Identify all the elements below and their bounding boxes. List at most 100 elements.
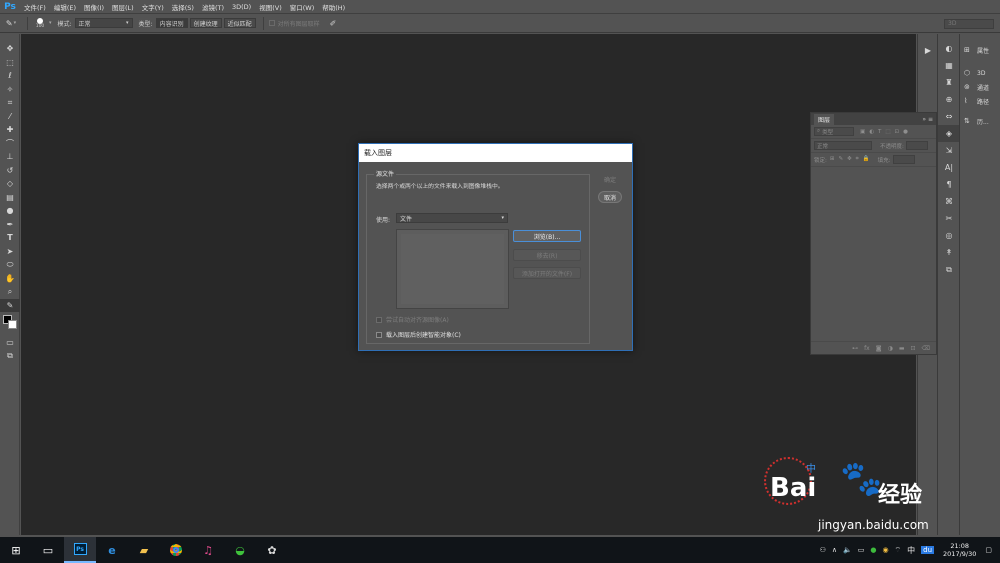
tool-preset-picker[interactable]: ✎ ▾ bbox=[0, 19, 22, 28]
baidu-input-icon[interactable]: du bbox=[921, 546, 935, 554]
crop-tool-icon[interactable]: ⌗ bbox=[0, 96, 20, 110]
use-select[interactable]: 文件 ▾ bbox=[396, 213, 508, 223]
filter-icons[interactable]: ▣◐T⬚⊡● bbox=[860, 129, 912, 135]
path-selection-tool-icon[interactable]: ➤ bbox=[0, 245, 20, 259]
show-hidden-icons-chevron-icon[interactable]: ∧ bbox=[832, 546, 837, 554]
edge-icon[interactable]: e bbox=[96, 537, 128, 563]
type-create-texture-button[interactable]: 创建纹理 bbox=[189, 18, 222, 28]
wifi-icon[interactable]: ⌔ bbox=[895, 546, 902, 555]
layer-style-icon[interactable]: fx bbox=[864, 345, 870, 352]
lasso-tool-icon[interactable]: ℓ bbox=[0, 69, 20, 83]
clone-source-icon[interactable]: ◎ bbox=[938, 227, 960, 244]
workspace-3d-field[interactable]: 3D bbox=[944, 19, 994, 29]
type-content-aware-button[interactable]: 内容识别 bbox=[155, 18, 188, 28]
hand-tool-icon[interactable]: ✋ bbox=[0, 272, 20, 286]
browse-button[interactable]: 浏览(B)... bbox=[513, 230, 581, 242]
panel-menu-icon[interactable]: » ≡ bbox=[922, 116, 933, 123]
properties-panel-tab[interactable]: ⊞ 属性 bbox=[960, 43, 1000, 57]
layer-comps-icon[interactable]: ⇲ bbox=[938, 142, 960, 159]
delete-layer-icon[interactable]: ⌫ bbox=[922, 345, 930, 352]
menu-layer[interactable]: 图层(L) bbox=[108, 2, 138, 12]
app-tray-icon[interactable]: ◉ bbox=[882, 546, 888, 554]
lock-icons[interactable]: ⊞✎✥⌗🔒 bbox=[830, 156, 874, 163]
ime-indicator[interactable]: 中 bbox=[907, 545, 915, 556]
adjustment-layer-icon[interactable]: ◑ bbox=[888, 345, 893, 352]
quick-mask-icon[interactable]: ▭ bbox=[0, 336, 20, 350]
ok-button[interactable]: 确定 bbox=[597, 174, 623, 185]
paragraph-panel-icon[interactable]: ¶ bbox=[938, 176, 960, 193]
sample-all-layers-checkbox[interactable] bbox=[268, 20, 275, 26]
fill-field[interactable] bbox=[892, 155, 915, 164]
swatches-panel-icon[interactable]: ▦ bbox=[938, 57, 960, 74]
app-icon[interactable]: ✿ bbox=[256, 537, 288, 563]
channels-panel-tab[interactable]: ⊚ 通道 bbox=[960, 80, 1000, 94]
360-security-icon[interactable]: ● bbox=[870, 546, 876, 554]
stamp-tool-icon[interactable]: ⊥ bbox=[0, 150, 20, 164]
gradient-tool-icon[interactable]: ▤ bbox=[0, 191, 20, 205]
remove-button[interactable]: 移去(R) bbox=[513, 249, 581, 261]
file-explorer-icon[interactable]: ▰ bbox=[128, 537, 160, 563]
zoom-tool-icon[interactable]: ⌕ bbox=[0, 285, 20, 299]
magic-wand-tool-icon[interactable]: ✧ bbox=[0, 83, 20, 97]
new-group-icon[interactable]: ▬ bbox=[899, 345, 905, 352]
history-panel-tab[interactable]: ⇅ 历... bbox=[960, 114, 1000, 128]
pressure-icon[interactable]: ✐ bbox=[330, 19, 337, 28]
patch-tool-icon[interactable]: ✎ bbox=[0, 298, 20, 312]
file-list[interactable] bbox=[396, 229, 509, 309]
cancel-button[interactable]: 取消 bbox=[598, 191, 622, 203]
link-layers-icon[interactable]: ⊷ bbox=[852, 345, 858, 352]
mode-select[interactable]: 正常 ▾ bbox=[74, 18, 133, 28]
glyphs-panel-icon[interactable]: ⌘ bbox=[938, 193, 960, 210]
layer-filter-select[interactable]: ⌕ 类型 bbox=[814, 127, 854, 136]
brushes-panel-icon[interactable]: ✂ bbox=[938, 210, 960, 227]
new-layer-icon[interactable]: ⊡ bbox=[910, 345, 915, 352]
timeline-panel-icon[interactable]: ⧉ bbox=[938, 261, 960, 278]
libraries-panel-icon[interactable]: ♜ bbox=[938, 74, 960, 91]
menu-view[interactable]: 视图(V) bbox=[255, 2, 286, 12]
screen-mode-icon[interactable]: ⧉ bbox=[0, 350, 20, 364]
menu-file[interactable]: 文件(F) bbox=[20, 2, 50, 12]
auto-align-row[interactable]: 尝试自动对齐源图像(A) bbox=[376, 315, 449, 324]
wechat-icon[interactable]: ◒ bbox=[224, 537, 256, 563]
menu-help[interactable]: 帮助(H) bbox=[318, 2, 349, 12]
volume-icon[interactable]: 🔈 bbox=[843, 546, 852, 554]
healing-brush-tool-icon[interactable]: ✚ bbox=[0, 123, 20, 137]
battery-icon[interactable]: ▭ bbox=[858, 546, 865, 554]
clock[interactable]: 21:08 2017/9/30 bbox=[943, 542, 976, 558]
brush-picker[interactable]: 100 bbox=[33, 17, 47, 29]
type-proximity-match-button[interactable]: 近似匹配 bbox=[223, 18, 256, 28]
3d-panel-tab[interactable]: ⬡ 3D bbox=[960, 66, 1000, 80]
chevron-down-icon[interactable]: ▾ bbox=[49, 20, 52, 26]
layers-list[interactable] bbox=[811, 167, 936, 342]
menu-image[interactable]: 图像(I) bbox=[80, 2, 108, 12]
move-tool-icon[interactable]: ✥ bbox=[0, 42, 20, 56]
pen-tool-icon[interactable]: ✒ bbox=[0, 218, 20, 232]
styles-panel-icon[interactable]: ⇔ bbox=[938, 108, 960, 125]
auto-align-checkbox[interactable] bbox=[376, 316, 382, 323]
dialog-title[interactable]: 载入图层 bbox=[359, 144, 632, 162]
layers-panel-icon[interactable]: ◈ bbox=[938, 125, 960, 142]
background-color-swatch[interactable] bbox=[8, 320, 17, 329]
menu-select[interactable]: 选择(S) bbox=[168, 2, 198, 12]
opacity-field[interactable] bbox=[905, 141, 928, 150]
task-view-icon[interactable]: ▭ bbox=[32, 537, 64, 563]
eraser-tool-icon[interactable]: ◇ bbox=[0, 177, 20, 191]
eyedropper-tool-icon[interactable]: ⁄ bbox=[0, 110, 20, 124]
menu-window[interactable]: 窗口(W) bbox=[286, 2, 319, 12]
windows-start-icon[interactable]: ⊞ bbox=[0, 537, 32, 563]
paths-panel-tab[interactable]: ⌇ 路径 bbox=[960, 94, 1000, 108]
photoshop-taskbar-icon[interactable]: Ps bbox=[64, 537, 96, 563]
adjustments-panel-icon[interactable]: ⊕ bbox=[938, 91, 960, 108]
menu-type[interactable]: 文字(Y) bbox=[138, 2, 168, 12]
brush-tool-icon[interactable]: ⌒ bbox=[0, 137, 20, 151]
character-panel-icon[interactable]: A| bbox=[938, 159, 960, 176]
add-open-files-button[interactable]: 添加打开的文件(F) bbox=[513, 267, 581, 279]
chrome-icon[interactable] bbox=[160, 537, 192, 563]
shape-tool-icon[interactable]: ⬭ bbox=[0, 258, 20, 272]
history-brush-tool-icon[interactable]: ↺ bbox=[0, 164, 20, 178]
notifications-icon[interactable]: ▢ bbox=[985, 546, 992, 554]
toolbar-grip[interactable] bbox=[0, 34, 19, 42]
dodge-tool-icon[interactable]: ● bbox=[0, 204, 20, 218]
actions-panel-icon[interactable]: ↟ bbox=[938, 244, 960, 261]
menu-edit[interactable]: 编辑(E) bbox=[50, 2, 80, 12]
